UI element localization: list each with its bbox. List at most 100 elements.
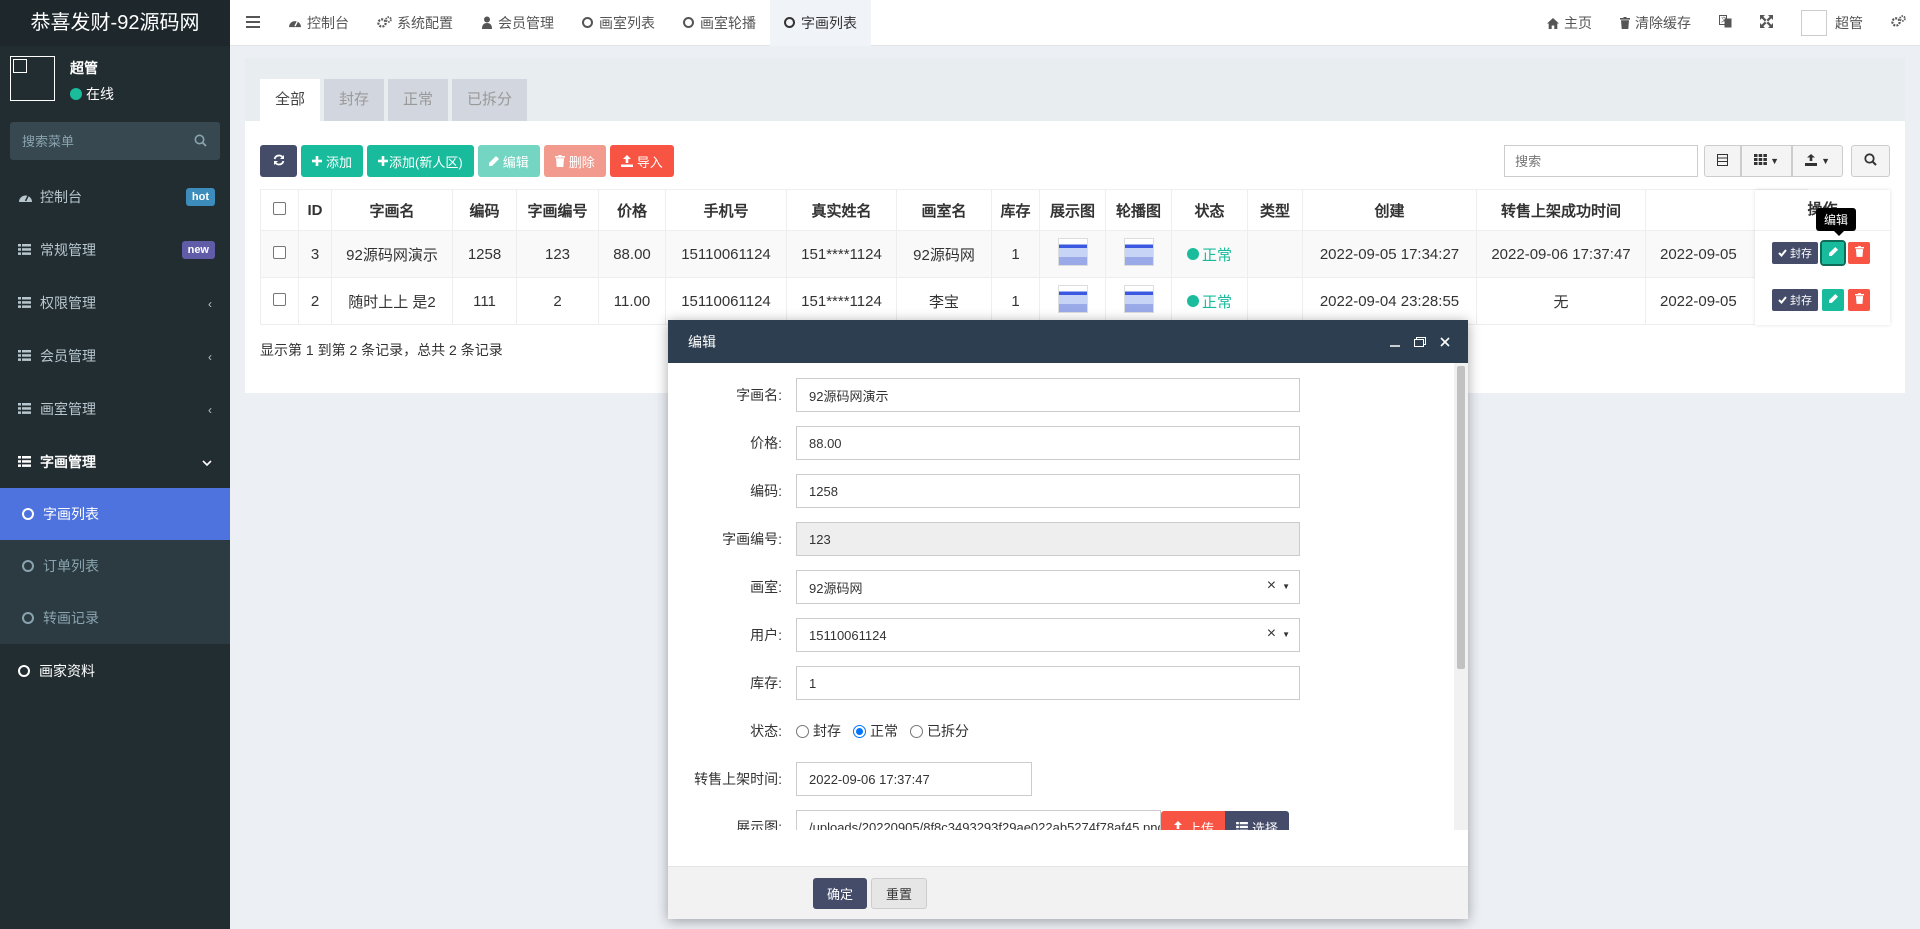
- minimize-icon[interactable]: [1390, 337, 1400, 347]
- row-delete-button[interactable]: [1848, 242, 1870, 264]
- status-option-normal[interactable]: 正常: [853, 721, 898, 741]
- column-header[interactable]: ID: [298, 189, 332, 231]
- table-row[interactable]: 3 92源码网演示 1258 123 88.00 15110061124 151…: [260, 230, 1808, 278]
- clear-icon[interactable]: ×: [1267, 625, 1276, 643]
- maximize-icon[interactable]: [1414, 336, 1426, 347]
- close-icon[interactable]: [1440, 336, 1450, 347]
- sidebar-item-members[interactable]: 会员管理 ‹: [0, 329, 230, 382]
- filter-tab-normal[interactable]: 正常: [388, 79, 449, 121]
- app-logo[interactable]: 恭喜发财-92源码网: [0, 0, 230, 46]
- dialog-scrollbar-thumb[interactable]: [1457, 366, 1465, 669]
- price-input[interactable]: 88.00: [796, 426, 1300, 460]
- column-header[interactable]: 手机号: [665, 189, 787, 231]
- translate-button[interactable]: 文: [1705, 0, 1746, 46]
- caret-down-icon[interactable]: ▼: [1282, 630, 1290, 639]
- submenu-item-orders[interactable]: 订单列表: [0, 540, 230, 592]
- stock-input[interactable]: 1: [796, 666, 1300, 700]
- column-header[interactable]: 字画名: [331, 189, 453, 231]
- carousel-thumbnail[interactable]: [1123, 238, 1154, 266]
- confirm-button[interactable]: 确定: [813, 878, 868, 909]
- column-header[interactable]: 编码: [452, 189, 517, 231]
- reset-button[interactable]: 重置: [871, 878, 928, 909]
- studio-select[interactable]: 92源码网: [796, 570, 1300, 604]
- settings-button[interactable]: [1877, 0, 1920, 46]
- column-header[interactable]: 真实姓名: [786, 189, 897, 231]
- caret-down-icon[interactable]: ▼: [1282, 582, 1290, 591]
- export-dropdown[interactable]: ▼: [1792, 145, 1843, 177]
- fullscreen-button[interactable]: [1746, 0, 1787, 46]
- row-delete-button[interactable]: [1848, 289, 1870, 311]
- column-header[interactable]: 字画编号: [516, 189, 599, 231]
- column-header[interactable]: 轮播图: [1105, 189, 1172, 231]
- column-header[interactable]: 画室名: [896, 189, 992, 231]
- name-input[interactable]: 92源码网演示: [796, 378, 1300, 412]
- tab-painting-list[interactable]: 字画列表: [770, 0, 871, 46]
- toggle-view-button[interactable]: [1704, 145, 1742, 177]
- user-menu[interactable]: 超管: [1787, 0, 1877, 46]
- table-row[interactable]: 2 随时上上 是2 111 2 11.00 15110061124 151***…: [260, 277, 1808, 325]
- column-header[interactable]: 状态: [1171, 189, 1248, 231]
- sidebar-item-painting[interactable]: 字画管理: [0, 435, 230, 488]
- choose-button[interactable]: 选择: [1225, 811, 1290, 830]
- code-input[interactable]: 1258: [796, 474, 1300, 508]
- filter-tab-sealed[interactable]: 封存: [324, 79, 385, 121]
- radio-button[interactable]: [910, 724, 923, 738]
- row-checkbox[interactable]: [273, 292, 286, 306]
- dialog-header[interactable]: 编辑: [668, 320, 1468, 363]
- delete-button[interactable]: 删除: [543, 145, 606, 177]
- select-all-checkbox[interactable]: [273, 201, 286, 215]
- status-option-split[interactable]: 已拆分: [910, 721, 969, 741]
- import-button[interactable]: 导入: [609, 145, 674, 177]
- columns-dropdown[interactable]: ▼: [1741, 145, 1793, 177]
- home-link[interactable]: 主页: [1533, 0, 1606, 46]
- hamburger-icon: [246, 15, 260, 31]
- column-header[interactable]: 类型: [1247, 189, 1303, 231]
- sidebar-item-permission[interactable]: 权限管理 ‹: [0, 276, 230, 329]
- tab-dashboard[interactable]: 控制台: [274, 0, 363, 46]
- row-checkbox[interactable]: [273, 245, 286, 259]
- seal-button[interactable]: 封存: [1772, 289, 1818, 311]
- advanced-search-button[interactable]: [1851, 145, 1890, 177]
- upload-button[interactable]: 上传: [1161, 811, 1226, 830]
- tab-studio-carousel[interactable]: 画室轮播: [669, 0, 770, 46]
- sidebar-item-general[interactable]: 常规管理 new: [0, 223, 230, 276]
- status-option-sealed[interactable]: 封存: [796, 721, 841, 741]
- column-header[interactable]: 价格: [598, 189, 666, 231]
- filter-tab-all[interactable]: 全部: [260, 79, 321, 121]
- tab-system-config[interactable]: 系统配置: [363, 0, 467, 46]
- sidebar-search-input[interactable]: [10, 122, 220, 160]
- cell-no: 123: [516, 230, 599, 278]
- search-icon[interactable]: [194, 134, 207, 150]
- tab-member-management[interactable]: 会员管理: [467, 0, 568, 46]
- edit-button[interactable]: 编辑: [477, 145, 540, 177]
- column-header[interactable]: 创建: [1302, 189, 1477, 231]
- carousel-thumbnail[interactable]: [1123, 285, 1154, 313]
- row-edit-button[interactable]: [1820, 240, 1846, 266]
- submenu-item-transfer[interactable]: 转画记录: [0, 592, 230, 644]
- sidebar-item-studio[interactable]: 画室管理 ‹: [0, 382, 230, 435]
- radio-button[interactable]: [853, 724, 866, 738]
- display-thumbnail[interactable]: [1057, 285, 1088, 313]
- resale-datetime-input[interactable]: 2022-09-06 17:37:47: [796, 762, 1032, 796]
- seal-button[interactable]: 封存: [1772, 242, 1818, 264]
- tab-studio-list[interactable]: 画室列表: [568, 0, 669, 46]
- filter-tab-split[interactable]: 已拆分: [452, 79, 528, 121]
- refresh-button[interactable]: [260, 145, 297, 177]
- sidebar-item-dashboard[interactable]: 控制台 hot: [0, 170, 230, 223]
- sidebar-item-artist[interactable]: 画家资料: [0, 644, 230, 697]
- column-header[interactable]: 展示图: [1039, 189, 1106, 231]
- column-header[interactable]: 库存: [991, 189, 1040, 231]
- row-edit-button[interactable]: [1822, 289, 1844, 311]
- user-select[interactable]: 15110061124: [796, 618, 1300, 652]
- display-thumbnail[interactable]: [1057, 238, 1088, 266]
- table-search-input[interactable]: [1504, 145, 1699, 177]
- clear-icon[interactable]: ×: [1267, 577, 1276, 595]
- clear-cache-button[interactable]: 清除缓存: [1606, 0, 1705, 46]
- sidebar-toggle-button[interactable]: [230, 0, 274, 46]
- image-path-input[interactable]: /uploads/20220905/8f8c3493293f29ae022ab5…: [796, 810, 1161, 830]
- radio-button[interactable]: [796, 724, 809, 738]
- column-header[interactable]: 转售上架成功时间: [1476, 189, 1646, 231]
- add-button[interactable]: 添加: [301, 145, 364, 177]
- add-new-user-zone-button[interactable]: 添加(新人区): [367, 145, 474, 177]
- submenu-item-painting-list[interactable]: 字画列表: [0, 488, 230, 540]
